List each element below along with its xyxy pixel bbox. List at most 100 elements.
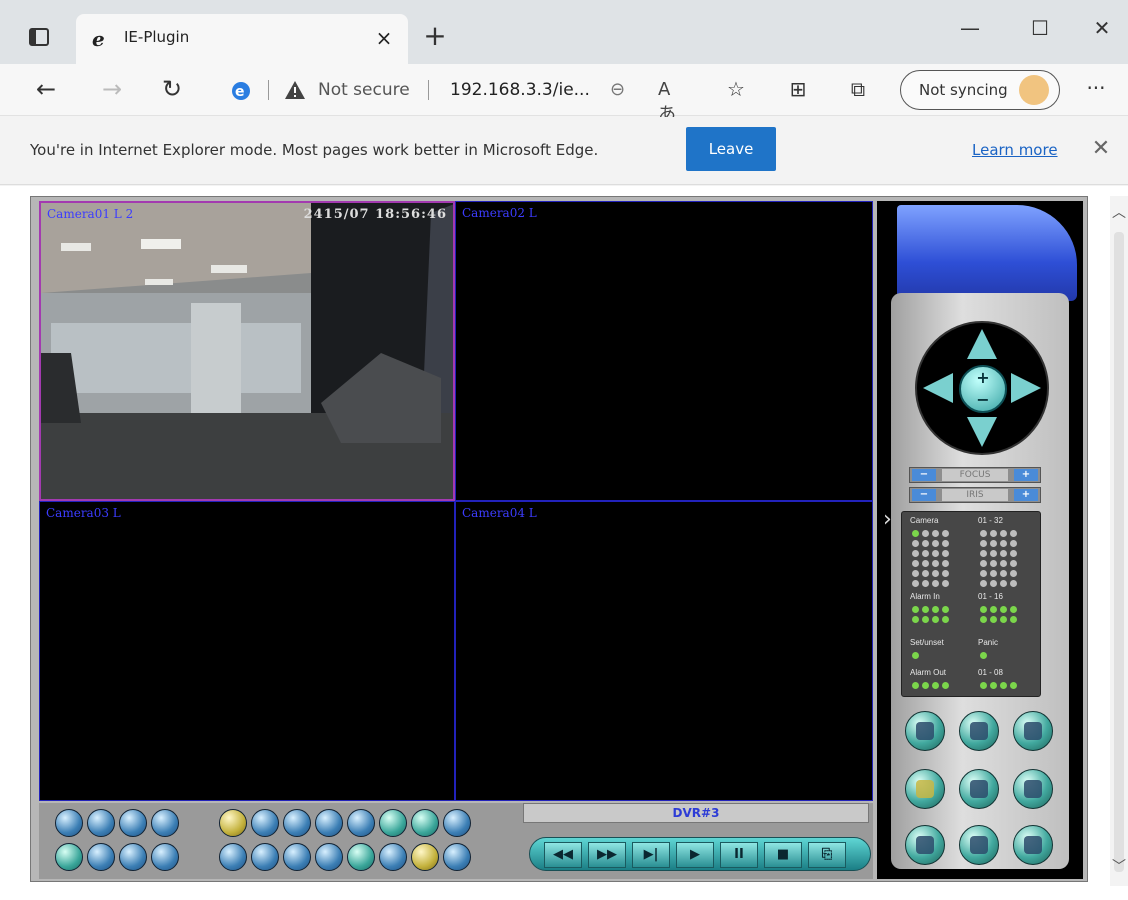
setunset-led <box>912 652 919 659</box>
split-4-button[interactable] <box>87 809 115 837</box>
warning-icon[interactable] <box>284 80 306 100</box>
address-bar[interactable]: e Not secure 192.168.3.3/ie... ⊖ Aあ <box>212 70 686 125</box>
split-13-button[interactable] <box>151 843 179 871</box>
refresh-button[interactable]: ↻ <box>156 74 188 106</box>
pause-button[interactable]: II <box>720 842 758 868</box>
save-button[interactable] <box>411 809 439 837</box>
split-16-button[interactable] <box>151 809 179 837</box>
export-button[interactable]: ⎘ <box>808 842 846 868</box>
disk-tool-button[interactable] <box>959 769 999 809</box>
zoom-icon[interactable]: ⊖ <box>610 79 625 100</box>
step-button[interactable]: ▶| <box>632 842 670 868</box>
config-icon <box>1024 780 1042 798</box>
camera-view-2[interactable]: Camera02 L <box>455 201 873 501</box>
focus-minus-button[interactable]: − <box>912 469 936 481</box>
scroll-down-icon[interactable]: ﹀ <box>1112 856 1126 876</box>
leave-button[interactable]: Leave <box>686 127 776 171</box>
snapshot-button[interactable] <box>411 843 439 871</box>
browser-tab[interactable]: e IE-Plugin × <box>76 14 408 64</box>
infobar-message: You're in Internet Explorer mode. Most p… <box>30 141 599 159</box>
zoom-control-button[interactable]: + − <box>959 365 1007 413</box>
log-button[interactable] <box>315 843 343 871</box>
monitor-button[interactable] <box>251 809 279 837</box>
record-button[interactable] <box>219 809 247 837</box>
config-tool-button[interactable] <box>1013 769 1053 809</box>
ie-mode-icon[interactable]: e <box>230 80 252 102</box>
back-button[interactable]: ← <box>30 74 62 106</box>
ptz-left-icon[interactable] <box>923 373 953 403</box>
search-button[interactable] <box>219 843 247 871</box>
fast-forward-button[interactable]: ▶▶ <box>588 842 626 868</box>
stop-button[interactable]: ■ <box>764 842 802 868</box>
forward-button[interactable]: → <box>96 74 128 106</box>
zoom-tool-button[interactable] <box>1013 825 1053 865</box>
more-menu-icon[interactable]: ··· <box>1080 74 1112 106</box>
status-led <box>942 580 949 587</box>
camera-status-range: 01 - 32 <box>978 516 1003 525</box>
security-status[interactable]: Not secure <box>318 80 410 100</box>
split-6-button[interactable] <box>55 843 83 871</box>
status-led <box>932 606 939 613</box>
print-button[interactable] <box>379 809 407 837</box>
control-panel: › + − − FOCUS + − IRIS + Camera 01 - 32 … <box>877 201 1083 879</box>
user-button[interactable] <box>283 809 311 837</box>
microphone-button[interactable] <box>347 809 375 837</box>
address-separator <box>428 80 429 100</box>
status-led <box>980 560 987 567</box>
disconnect-tool-button[interactable] <box>905 825 945 865</box>
network-tool-button[interactable] <box>1013 711 1053 751</box>
status-led <box>912 540 919 547</box>
status-led <box>980 530 987 537</box>
learn-more-link[interactable]: Learn more <box>972 141 1058 159</box>
iris-minus-button[interactable]: − <box>912 489 936 501</box>
ptz-up-icon[interactable] <box>967 329 997 359</box>
status-led <box>990 606 997 613</box>
profile-sync-button[interactable]: Not syncing <box>900 70 1060 110</box>
split-9-button[interactable] <box>119 809 147 837</box>
status-led <box>1000 606 1007 613</box>
settings-button[interactable] <box>347 843 375 871</box>
scroll-up-icon[interactable]: ︿ <box>1112 202 1126 222</box>
audio-button[interactable] <box>315 809 343 837</box>
search-tool-button[interactable] <box>959 711 999 751</box>
alert-button[interactable] <box>443 809 471 837</box>
exit-button[interactable] <box>443 843 471 871</box>
collections-icon[interactable]: ⊞ <box>784 76 812 104</box>
camera-view-3[interactable]: Camera03 L <box>39 501 455 801</box>
status-led <box>980 580 987 587</box>
status-led <box>980 606 987 613</box>
dvr-tool-button[interactable] <box>905 769 945 809</box>
cancel-tool-button[interactable] <box>959 825 999 865</box>
split-8-button[interactable] <box>87 843 115 871</box>
config-button[interactable] <box>283 843 311 871</box>
status-led <box>942 550 949 557</box>
play-button[interactable]: ▶ <box>676 842 714 868</box>
camera-view-4[interactable]: Camera04 L <box>455 501 873 801</box>
infobar-close-icon[interactable]: ✕ <box>1088 137 1114 163</box>
tab-close-icon[interactable]: × <box>372 26 396 50</box>
share-icon[interactable]: ⧉ <box>844 76 872 104</box>
scroll-thumb[interactable] <box>1114 232 1124 872</box>
status-led <box>922 540 929 547</box>
page-scrollbar[interactable]: ︿ ﹀ <box>1110 196 1128 886</box>
tab-title: IE-Plugin <box>124 28 190 46</box>
network-button[interactable] <box>251 843 279 871</box>
status-led <box>942 530 949 537</box>
close-window-button[interactable]: ✕ <box>1082 14 1122 44</box>
iris-plus-button[interactable]: + <box>1014 489 1038 501</box>
focus-plus-button[interactable]: + <box>1014 469 1038 481</box>
tab-actions-icon[interactable] <box>26 24 52 50</box>
camera-view-1[interactable]: Camera01 L 2 2415/07 18:56:46 <box>39 201 455 501</box>
url-text[interactable]: 192.168.3.3/ie... <box>450 80 590 100</box>
info-button[interactable] <box>379 843 407 871</box>
rewind-button[interactable]: ◀◀ <box>544 842 582 868</box>
split-10-button[interactable] <box>119 843 147 871</box>
ptz-down-icon[interactable] <box>967 417 997 447</box>
ptz-right-icon[interactable] <box>1011 373 1041 403</box>
maximize-button[interactable]: ☐ <box>1020 14 1060 44</box>
favorites-icon[interactable]: ☆ <box>722 76 750 104</box>
split-1-button[interactable] <box>55 809 83 837</box>
minimize-button[interactable]: — <box>950 14 990 44</box>
camera-tool-button[interactable] <box>905 711 945 751</box>
new-tab-button[interactable]: + <box>420 22 450 52</box>
